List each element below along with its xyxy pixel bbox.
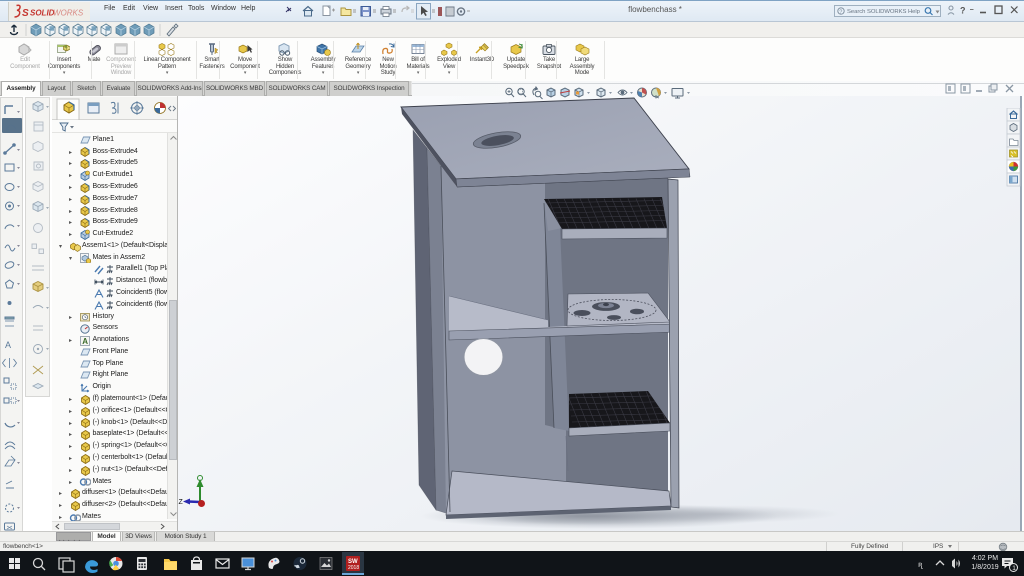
svg-text:ꭆ: ꭆ [918,560,923,569]
svg-text:A: A [5,340,11,350]
svg-text:Search SOLIDWORKS Help: Search SOLIDWORKS Help [847,9,921,15]
svg-text:?: ? [839,9,842,15]
svg-text:Z: Z [179,499,184,506]
svg-text:2018: 2018 [348,565,359,571]
svg-text:SOLID: SOLID [30,9,55,18]
svg-text:S: S [22,8,29,19]
svg-text:?: ? [960,6,966,16]
svg-text:WORKS: WORKS [53,9,84,18]
svg-text:1: 1 [1012,565,1016,572]
